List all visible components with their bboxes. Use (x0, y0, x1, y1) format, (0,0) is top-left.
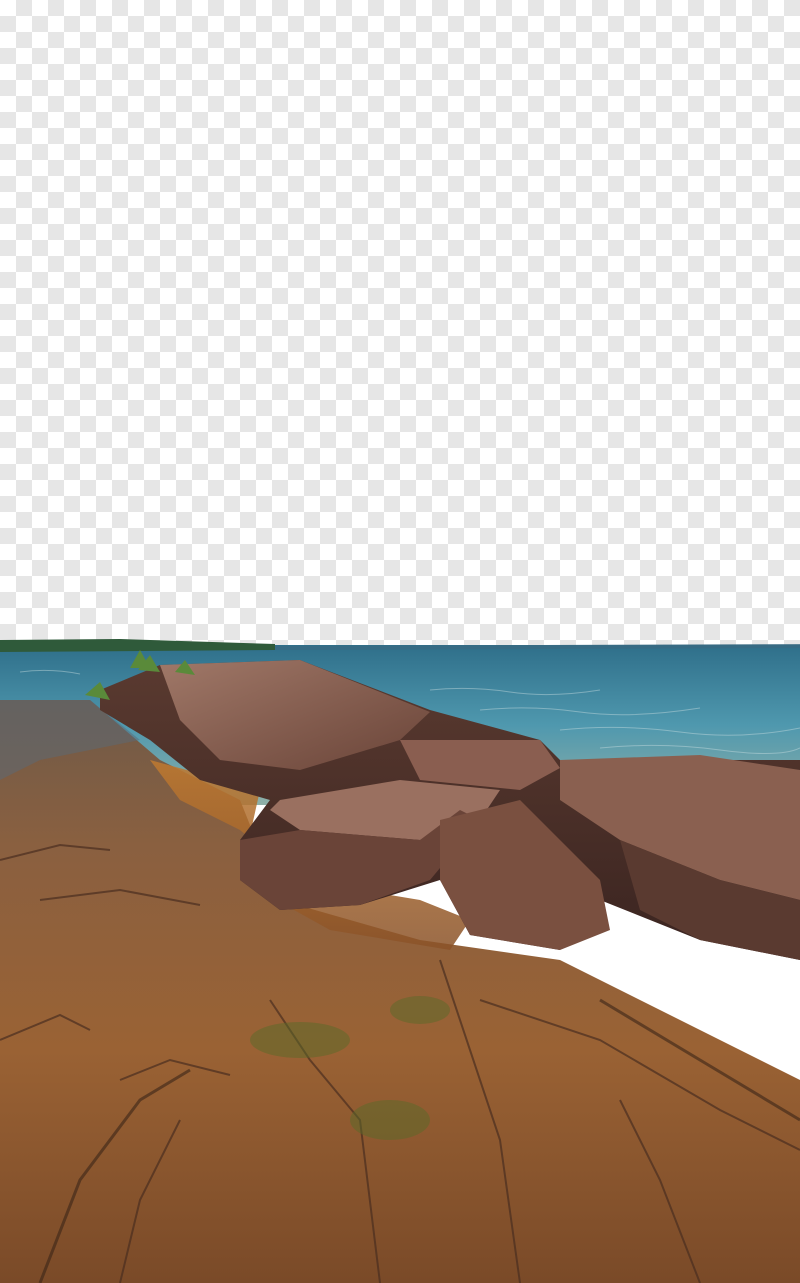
scene-svg (0, 639, 800, 1283)
distant-shoreline (0, 639, 275, 652)
landscape-image (0, 0, 800, 1283)
